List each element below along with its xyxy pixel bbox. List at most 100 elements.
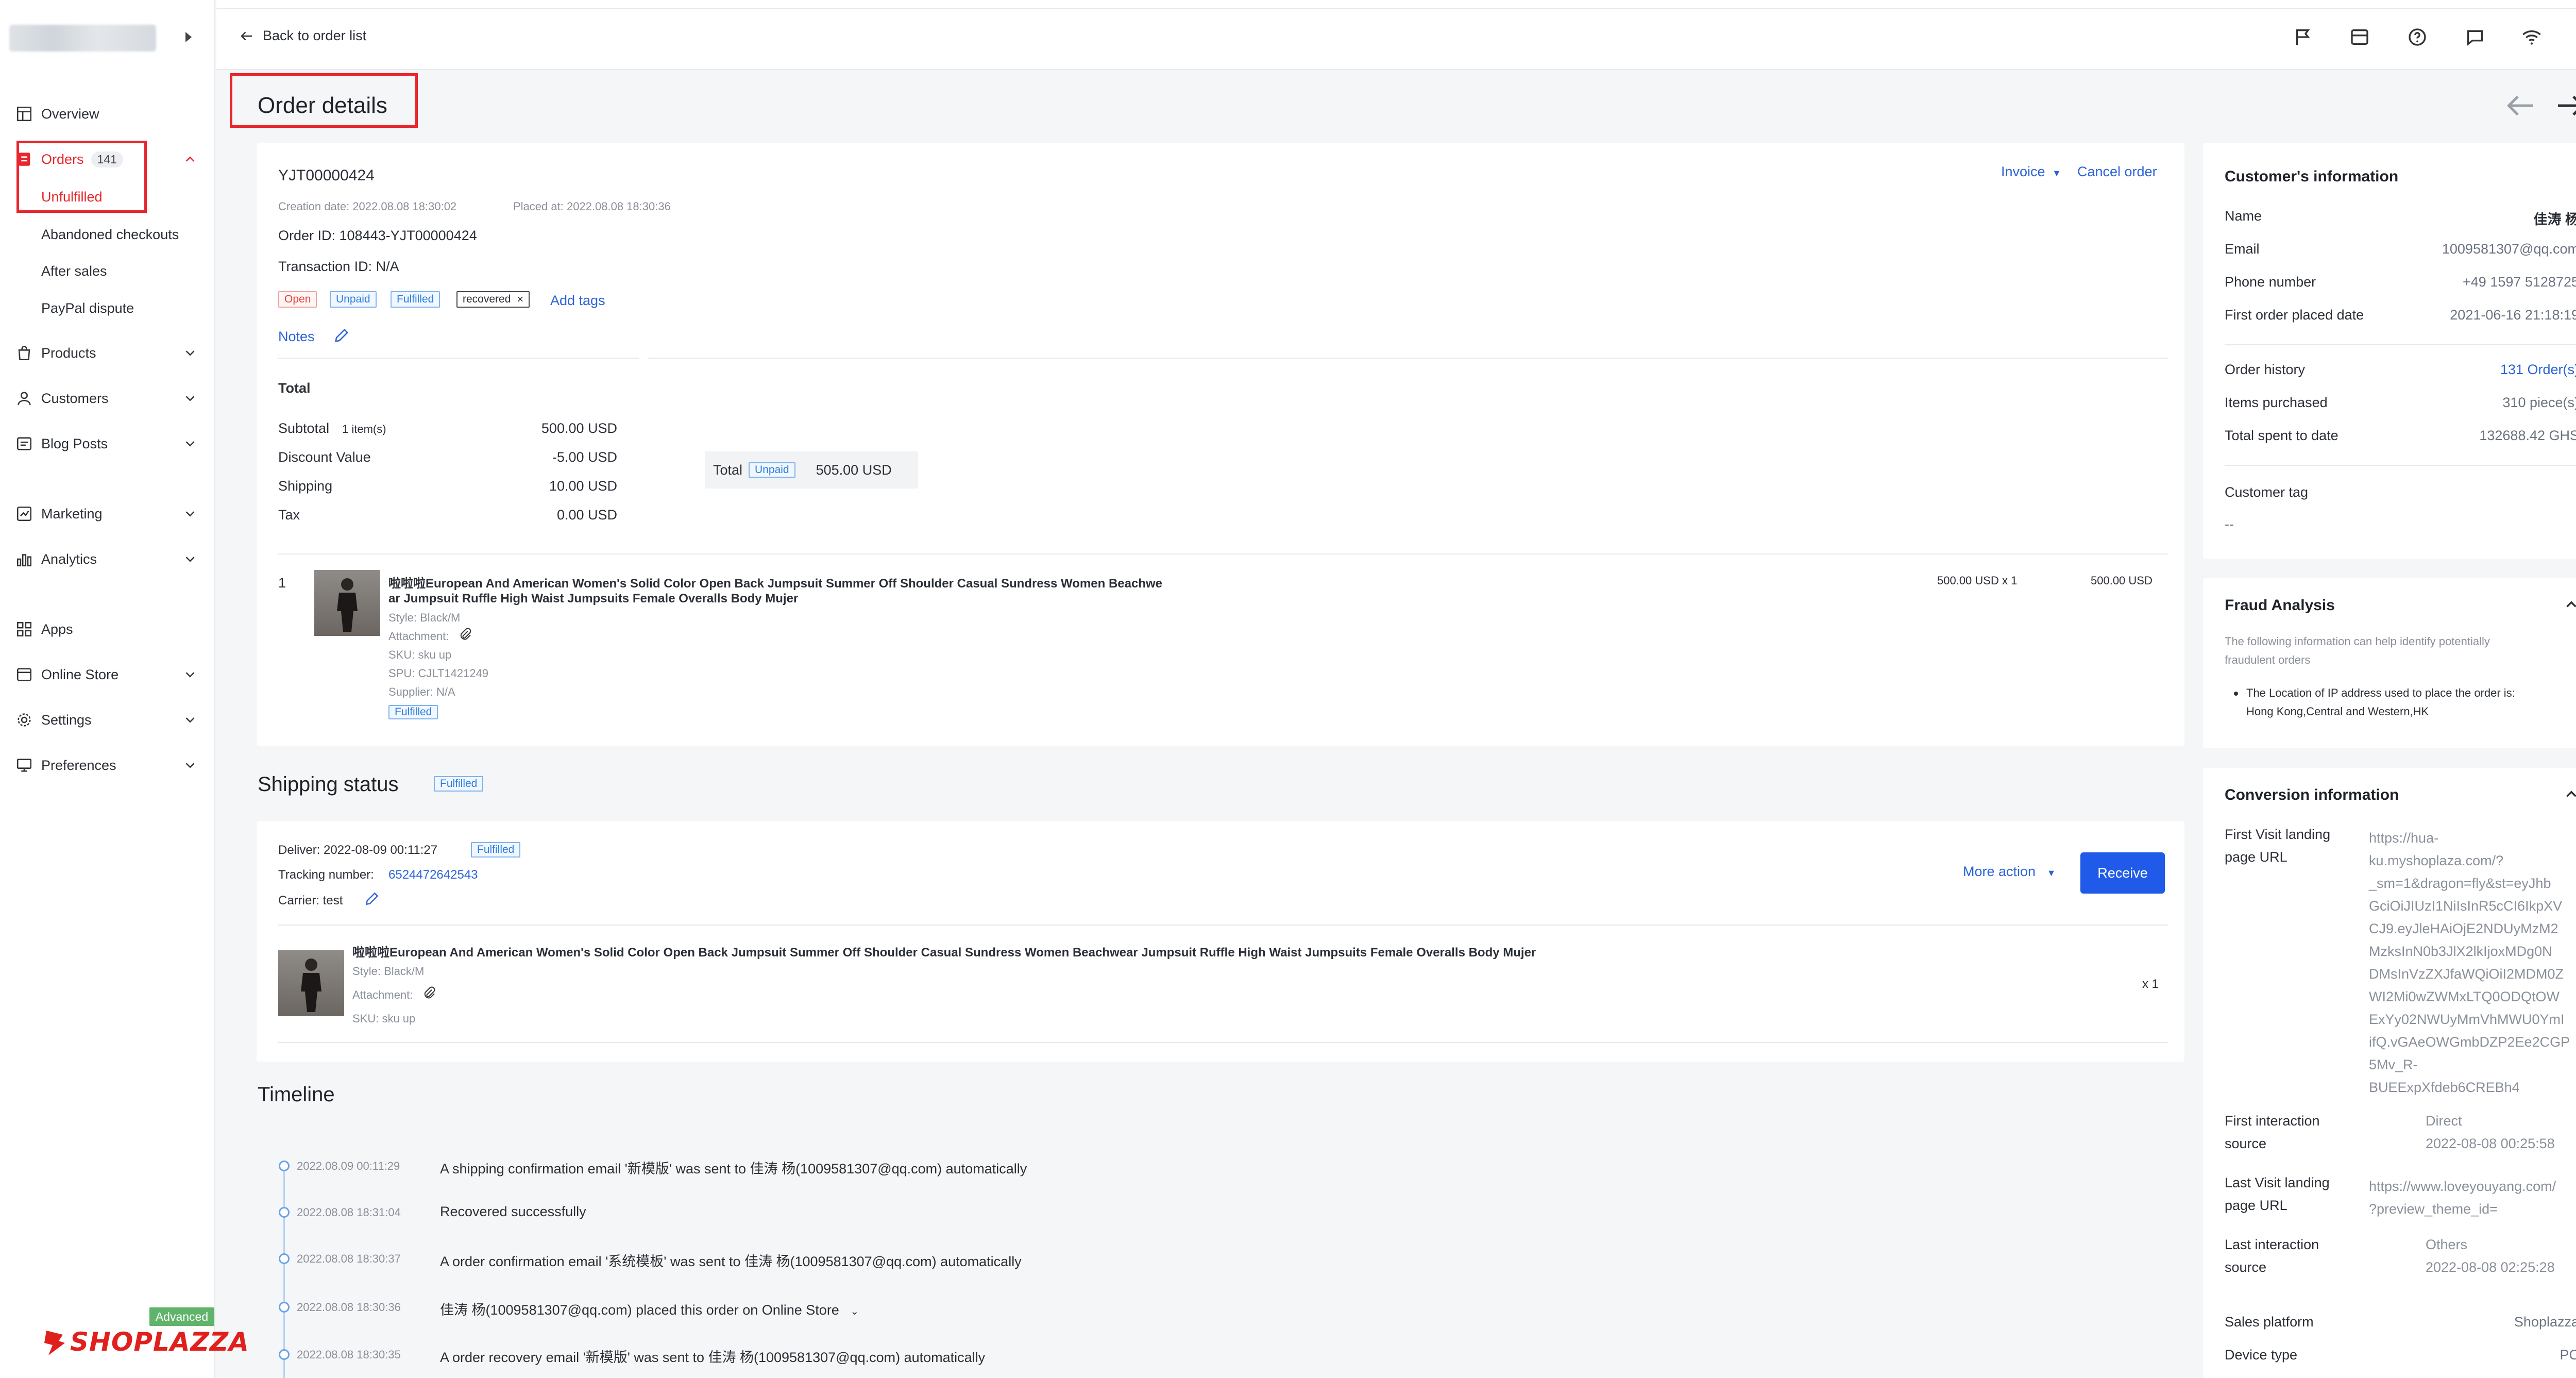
sidebar-item-products[interactable]: Products — [15, 340, 96, 366]
gear-icon — [18, 713, 31, 727]
section-divider — [648, 358, 2168, 359]
cancel-order-link[interactable]: Cancel order — [2077, 164, 2157, 180]
chat-icon[interactable] — [2465, 27, 2485, 47]
shipped-product-title[interactable]: 啦啦啦European And American Women's Solid C… — [352, 942, 1536, 960]
store-logo[interactable] — [9, 25, 156, 52]
sidebar-item-blog-posts[interactable]: Blog Posts — [15, 431, 108, 457]
timeline-event-expandable[interactable]: 佳涛 杨(1009581307@qq.com) placed this orde… — [440, 1299, 859, 1319]
sidebar-item-analytics[interactable]: Analytics — [15, 546, 97, 572]
invoice-dropdown[interactable]: Invoice ▼ — [2001, 164, 2061, 180]
tracking-number-link[interactable]: 6524472642543 — [388, 868, 478, 882]
conversion-card: Conversion information First Visit landi… — [2203, 768, 2576, 1378]
section-divider — [278, 1042, 2168, 1043]
previous-order-icon[interactable] — [2505, 93, 2536, 119]
back-to-order-list-link[interactable]: Back to order list — [239, 28, 366, 44]
sidebar-item-settings[interactable]: Settings — [15, 707, 92, 733]
chevron-down-icon[interactable] — [182, 391, 198, 406]
sidebar-subitem-after-sales[interactable]: After sales — [41, 261, 107, 281]
timeline-dot — [279, 1253, 290, 1264]
order-history-link[interactable]: 131 Order(s) — [2500, 362, 2576, 378]
url-line: ifQ.vGAeOWGmbDZP2Ee2CGP — [2369, 1034, 2570, 1050]
sidebar-item-label: Customers — [41, 390, 109, 406]
first-source: Direct — [2426, 1113, 2462, 1129]
product-thumbnail[interactable] — [314, 570, 380, 636]
sidebar-item-marketing[interactable]: Marketing — [15, 501, 103, 527]
chevron-down-icon[interactable]: ⌄ — [850, 1306, 859, 1317]
fraud-ip-location: Hong Kong,Central and Western,HK — [2246, 705, 2429, 718]
chevron-up-icon[interactable] — [2563, 596, 2576, 613]
carrier: Carrier: test — [278, 894, 343, 908]
timeline-dot — [279, 1302, 290, 1313]
sidebar-collapse-icon[interactable] — [185, 32, 192, 42]
url-line: https://www.loveyouyang.com/ — [2369, 1179, 2556, 1194]
notes-link[interactable]: Notes — [278, 329, 315, 345]
flag-icon[interactable] — [2293, 27, 2313, 47]
product-image — [337, 578, 358, 632]
timeline-dot — [279, 1349, 290, 1360]
more-action-dropdown[interactable]: More action ▼ — [1963, 864, 2056, 880]
sidebar-item-overview[interactable]: Overview — [15, 101, 99, 127]
paperclip-icon[interactable] — [457, 627, 473, 642]
line-item-total: 500.00 USD — [2091, 574, 2153, 587]
first-source-label: source — [2225, 1136, 2267, 1151]
store-icon[interactable] — [2349, 27, 2370, 47]
sidebar-subitem-abandoned[interactable]: Abandoned checkouts — [41, 224, 179, 245]
sidebar-item-online-store[interactable]: Online Store — [15, 662, 118, 687]
section-divider — [2225, 344, 2576, 345]
product-title-line-1[interactable]: 啦啦啦European And American Women's Solid C… — [388, 573, 1162, 591]
edit-carrier-icon[interactable] — [364, 890, 380, 907]
receive-button[interactable]: Receive — [2080, 852, 2165, 894]
product-title-line-2[interactable]: ar Jumpsuit Ruffle High Waist Jumpsuits … — [388, 592, 798, 606]
section-divider — [278, 553, 2168, 554]
sidebar-item-apps[interactable]: Apps — [15, 616, 73, 642]
sales-platform: Shoplazza — [2514, 1314, 2576, 1330]
sidebar-item-label: Blog Posts — [41, 435, 108, 451]
chevron-down-icon[interactable] — [182, 436, 198, 451]
caret-down-icon: ▼ — [2046, 868, 2056, 878]
placed-at: Placed at: 2022.08.08 18:30:36 — [513, 200, 671, 213]
plan-badge: Advanced — [149, 1307, 214, 1326]
url-line: https://hua- — [2369, 830, 2439, 846]
timeline-dot — [279, 1207, 290, 1218]
customer-heading: Customer's information — [2225, 168, 2399, 185]
timeline-event: A shipping confirmation email '新模版' was … — [440, 1161, 1027, 1177]
fraud-ip-location: The Location of IP address used to place… — [2246, 686, 2515, 699]
product-supplier: Supplier: N/A — [388, 685, 455, 698]
edit-notes-icon[interactable] — [333, 327, 350, 344]
chevron-up-icon[interactable] — [182, 152, 198, 167]
next-order-icon[interactable] — [2555, 93, 2576, 119]
chevron-down-icon[interactable] — [182, 551, 198, 567]
url-line: ?preview_theme_id= — [2369, 1201, 2498, 1217]
sidebar-subitem-paypal[interactable]: PayPal dispute — [41, 298, 134, 318]
top-bar: Back to order list Y — [216, 0, 2576, 70]
first-source-time: 2022-08-08 00:25:58 — [2426, 1136, 2555, 1151]
sidebar-item-label: Apps — [41, 621, 73, 637]
help-icon[interactable] — [2407, 27, 2428, 47]
total-summary: Total Unpaid 505.00 USD — [705, 451, 918, 489]
sidebar-item-label: Overview — [41, 106, 99, 122]
discount-value: -5.00 USD — [552, 449, 617, 465]
sidebar-item-label: Preferences — [41, 757, 116, 773]
title-highlight-box — [230, 73, 418, 128]
apps-icon — [16, 621, 32, 637]
first-order-label: First order placed date — [2225, 307, 2364, 323]
customer-name[interactable]: 佳涛 杨 — [2533, 208, 2576, 228]
chevron-up-icon[interactable] — [2563, 785, 2576, 803]
invoice-label: Invoice — [2001, 164, 2045, 179]
shipped-product-thumbnail[interactable] — [278, 950, 344, 1016]
sidebar-item-customers[interactable]: Customers — [15, 385, 109, 411]
url-line: 5Mv_R- — [2369, 1057, 2418, 1072]
last-source-time: 2022-08-08 02:25:28 — [2426, 1259, 2555, 1275]
remove-tag-icon[interactable]: × — [517, 293, 523, 306]
chevron-down-icon[interactable] — [182, 758, 198, 773]
blog-icon — [16, 437, 32, 450]
chevron-down-icon[interactable] — [182, 506, 198, 522]
wifi-icon[interactable] — [2521, 27, 2542, 47]
paperclip-icon[interactable] — [421, 985, 437, 1001]
chevron-down-icon[interactable] — [182, 667, 198, 682]
sidebar-item-preferences[interactable]: Preferences — [15, 752, 116, 778]
chevron-down-icon[interactable] — [182, 345, 198, 361]
add-tags-link[interactable]: Add tags — [550, 293, 605, 309]
product-image — [301, 959, 321, 1012]
chevron-down-icon[interactable] — [182, 712, 198, 728]
